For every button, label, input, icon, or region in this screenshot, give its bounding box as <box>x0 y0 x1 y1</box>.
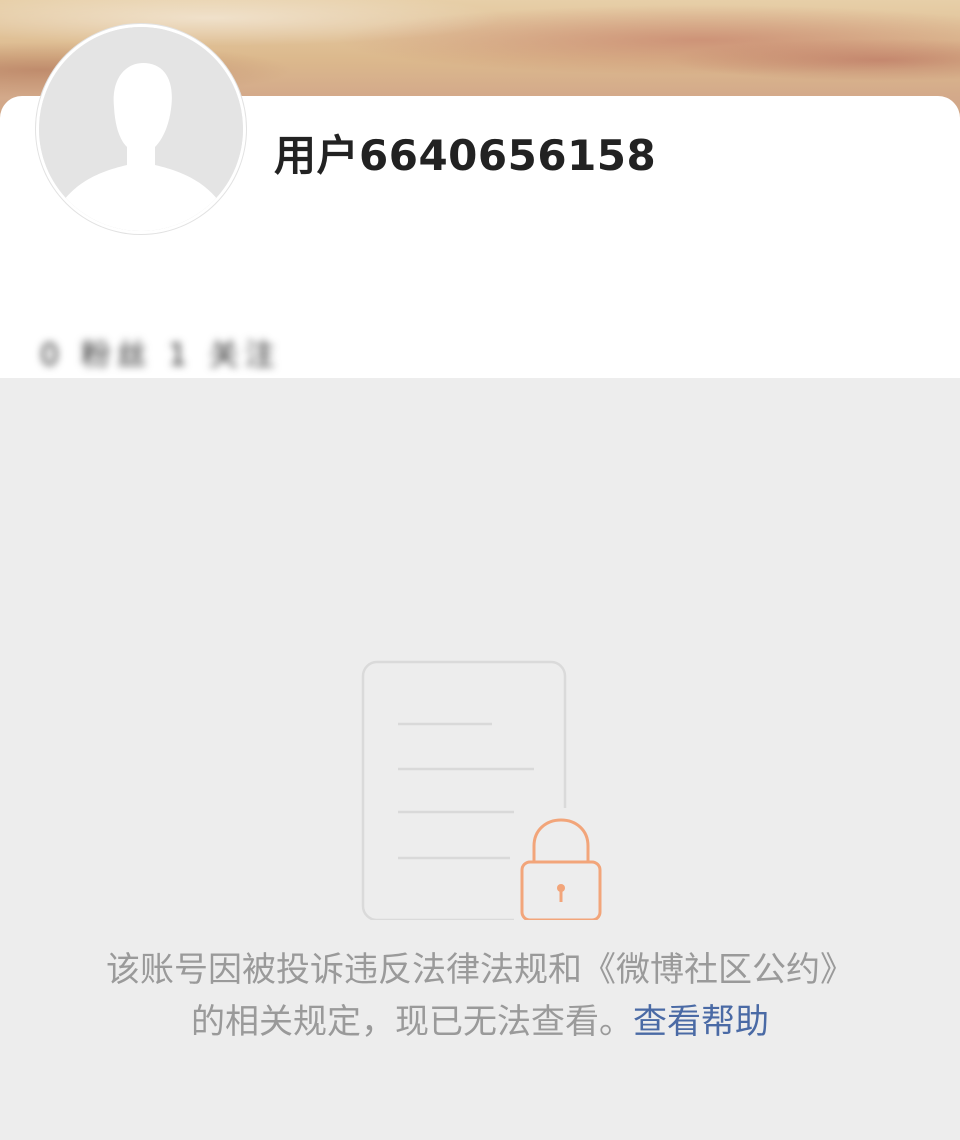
follow-stats-blurred: 0 粉丝 1 关注 <box>40 338 281 373</box>
avatar[interactable] <box>36 24 246 234</box>
locked-document-icon <box>361 660 608 920</box>
default-avatar-icon <box>39 27 243 231</box>
help-link[interactable]: 查看帮助 <box>633 1002 769 1042</box>
username: 用户6640656158 <box>274 131 657 180</box>
blocked-notice: 该账号因被投诉违反法律法规和《微博社区公约》的相关规定，现已无法查看。查看帮助 <box>100 944 860 1048</box>
